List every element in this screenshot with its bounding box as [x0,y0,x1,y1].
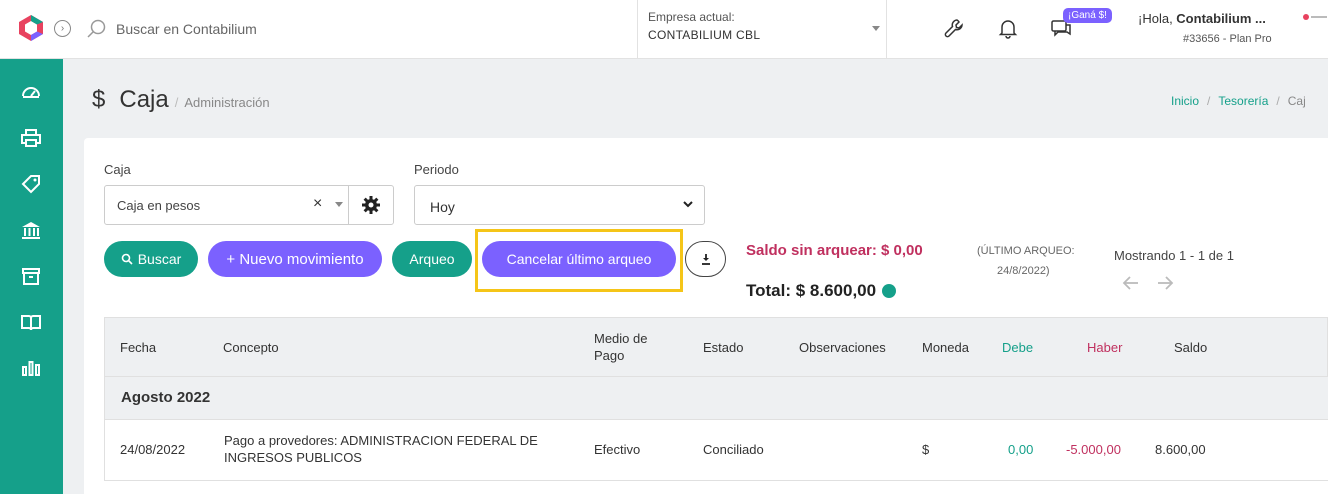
archive-icon[interactable] [20,265,42,287]
arrow-left-icon[interactable] [1122,274,1140,292]
bank-icon[interactable] [20,219,42,241]
tag-icon[interactable] [20,173,42,195]
page-title: Caja [119,86,169,113]
cell-medio: Efectivo [594,442,641,457]
buscar-button[interactable]: Buscar [104,241,198,277]
total-amount: Total: $ 8.600,00 [746,281,897,301]
chevron-down-icon [683,201,693,208]
printer-icon[interactable] [20,127,42,149]
top-bar: › Empresa actual: CONTABILIUM CBL ¡Ganá … [0,0,1328,59]
caja-label: Caja [104,162,131,177]
ultimo-arqueo-label: (ÚLTIMO ARQUEO: [977,245,1075,257]
periodo-select[interactable]: Hoy [414,185,705,225]
cell-fecha: 24/08/2022 [120,442,186,457]
caja-value: Caja en pesos [117,198,201,213]
buscar-label: Buscar [137,251,182,267]
plan-label: #33656 - Plan Pro [1183,33,1272,45]
cell-haber: -5.000,00 [1066,442,1121,457]
caja-select[interactable]: Caja en pesos × [104,185,349,225]
breadcrumb: Inicio / Tesorería / Caj [1171,94,1306,108]
caja-settings-button[interactable] [348,185,394,225]
company-selector[interactable]: Empresa actual: CONTABILIUM CBL [637,0,887,59]
column-fecha[interactable]: Fecha [120,340,156,355]
nuevo-movimiento-label: + Nuevo movimiento [226,250,364,268]
company-label: Empresa actual: [648,10,735,24]
download-button[interactable] [685,241,726,277]
total-text: Total: $ 8.600,00 [746,281,877,300]
periodo-label: Periodo [414,162,459,177]
company-value: CONTABILIUM CBL [648,28,761,42]
arqueo-button[interactable]: Arqueo [392,241,472,277]
cell-concepto: Pago a provedores: ADMINISTRACION FEDERA… [224,433,538,465]
table-row[interactable]: 24/08/2022 Pago a provedores: ADMINISTRA… [104,420,1328,481]
clear-icon[interactable]: × [313,195,322,213]
column-saldo[interactable]: Saldo [1174,340,1207,355]
arqueo-label: Arqueo [409,251,455,267]
gear-icon [362,196,380,214]
greeting-text: ¡Hola, [1138,11,1177,26]
download-icon [701,254,710,265]
bell-icon[interactable] [997,17,1019,39]
breadcrumb-inicio[interactable]: Inicio [1171,94,1199,108]
column-medio-de-pago[interactable]: Medio de Pago [594,330,664,364]
user-name: Contabilium ... [1176,11,1266,26]
page-subtitle: Administración [175,95,269,110]
wrench-icon[interactable] [943,17,965,39]
pagination-info: Mostrando 1 - 1 de 1 [1114,248,1234,263]
column-haber[interactable]: Haber [1087,340,1122,355]
cancelar-arqueo-label: Cancelar último arqueo [506,251,652,267]
column-concepto[interactable]: Concepto [223,340,279,355]
promo-badge[interactable]: ¡Ganá $! [1063,8,1112,23]
chart-icon[interactable] [20,357,42,379]
table-header: Fecha Concepto Medio de Pago Estado Obse… [104,317,1328,377]
nuevo-movimiento-button[interactable]: + Nuevo movimiento [208,241,382,277]
chevron-down-icon[interactable] [335,202,343,207]
ultimo-arqueo-date: 24/8/2022) [997,265,1050,277]
contabilium-logo[interactable] [18,14,44,42]
breadcrumb-current: Caj [1287,94,1306,108]
column-estado[interactable]: Estado [703,340,743,355]
group-row: Agosto 2022 [104,377,1328,420]
column-moneda[interactable]: Moneda [922,340,969,355]
cell-debe: 0,00 [1008,442,1034,457]
brand-mini-logo [1303,14,1327,20]
chevron-down-icon [872,26,880,31]
search-icon [121,253,133,265]
breadcrumb-tesoreria[interactable]: Tesorería [1218,94,1268,108]
cancelar-arqueo-button[interactable]: Cancelar último arqueo [482,241,676,277]
page-header: $ Caja Administración [92,86,270,114]
cell-estado: Conciliado [703,442,764,457]
cell-moneda: $ [922,442,930,457]
status-dot-icon [882,284,897,298]
user-greeting[interactable]: ¡Hola, Contabilium ... [1138,11,1266,26]
arrow-right-icon[interactable] [1156,274,1174,292]
search-icon [87,19,106,38]
column-observaciones[interactable]: Observaciones [799,340,886,355]
saldo-sin-arquear: Saldo sin arquear: $ 0,00 [746,242,923,259]
search-input[interactable] [110,17,410,41]
expand-sidebar-icon[interactable]: › [54,20,71,37]
book-icon[interactable] [20,311,42,333]
column-debe[interactable]: Debe [1002,340,1033,355]
periodo-value: Hoy [430,199,455,215]
dollar-icon: $ [92,86,106,113]
dashboard-icon[interactable] [20,81,42,103]
sidebar [0,59,63,494]
group-label: Agosto 2022 [121,389,211,406]
cell-saldo: 8.600,00 [1155,442,1206,457]
